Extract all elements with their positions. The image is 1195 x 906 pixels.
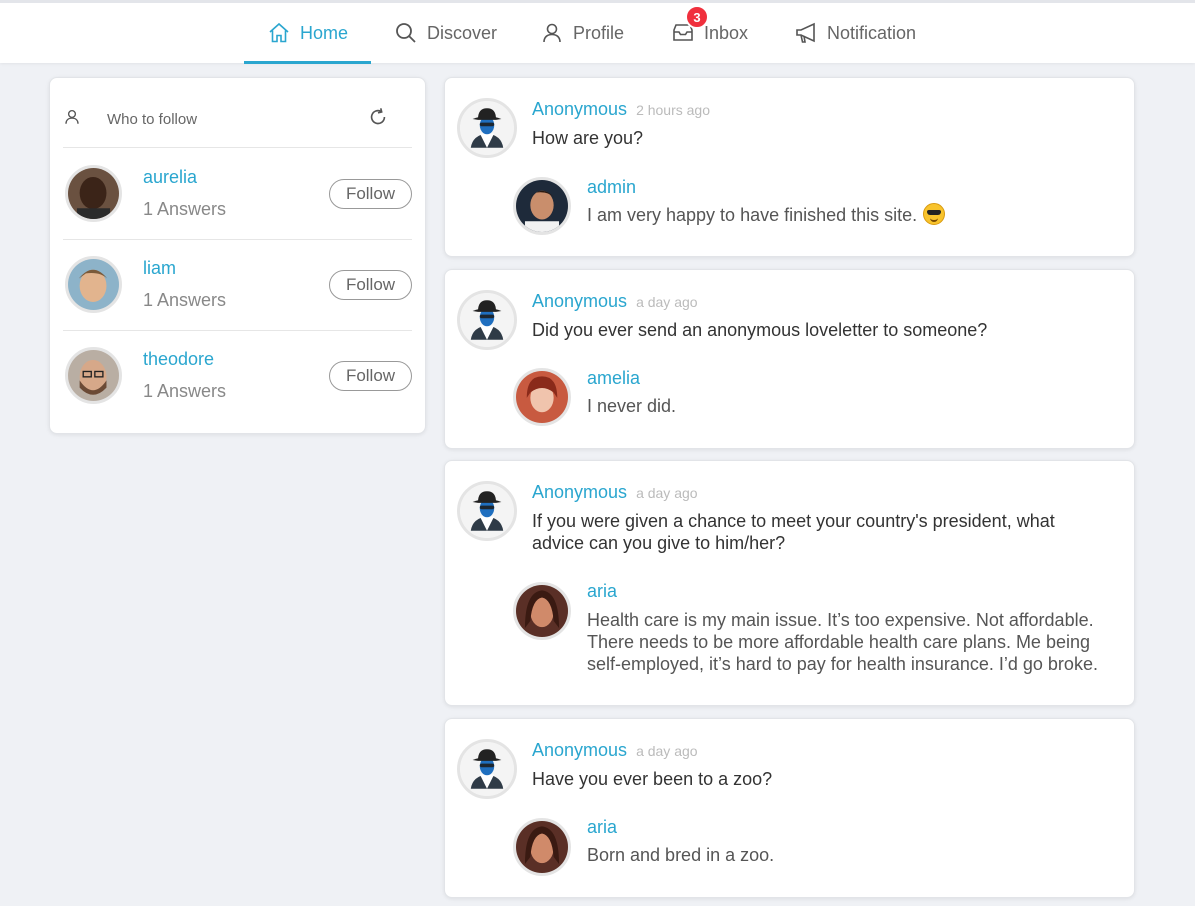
nav-discover-label: Discover xyxy=(427,22,498,43)
answerer-name[interactable]: aria xyxy=(587,581,617,602)
post-time: 2 hours ago xyxy=(636,102,711,118)
answer-avatar[interactable] xyxy=(513,177,571,235)
home-icon xyxy=(269,22,289,43)
question-text: Have you ever been to a zoo? xyxy=(532,769,773,789)
post-time: a day ago xyxy=(636,743,698,759)
nav-profile[interactable]: Profile xyxy=(540,3,624,63)
answerer-name[interactable]: amelia xyxy=(587,368,640,389)
sunglasses-emoji-icon xyxy=(923,203,946,225)
follow-user-name[interactable]: theodore xyxy=(143,349,214,370)
follow-user-name[interactable]: liam xyxy=(143,258,176,279)
who-to-follow-title: Who to follow xyxy=(107,111,198,128)
follow-button[interactable]: Follow xyxy=(329,270,412,300)
nav-notification[interactable]: Notification xyxy=(794,3,916,63)
user-photo-aria xyxy=(516,585,568,637)
follow-user-answers: 1 Answers xyxy=(143,199,227,219)
answer-text: Born and bred in a zoo. xyxy=(587,845,775,865)
anonymous-avatar xyxy=(457,290,517,350)
follow-user-answers: 1 Answers xyxy=(143,381,227,401)
anonymous-spy-icon xyxy=(460,101,514,155)
nav-discover[interactable]: Discover xyxy=(394,3,497,63)
user-photo-aria xyxy=(516,821,568,873)
asker-name[interactable]: Anonymous a day ago xyxy=(532,740,698,761)
user-photo-amelia xyxy=(516,371,568,423)
nav-home[interactable]: Home xyxy=(244,3,371,64)
nav-home-label: Home xyxy=(299,22,348,43)
answer-avatar[interactable] xyxy=(513,582,571,640)
top-navigation: Home Discover Profile 3 Inbox Notificati… xyxy=(0,0,1195,64)
answer-text: I never did. xyxy=(587,396,677,416)
post-time: a day ago xyxy=(636,485,698,501)
user-photo-admin xyxy=(516,180,568,232)
asker-name-text: Anonymous xyxy=(532,482,628,502)
who-to-follow-header: Who to follow xyxy=(63,104,412,148)
answer-avatar[interactable] xyxy=(513,368,571,426)
answer-text: I am very happy to have finished this si… xyxy=(587,203,1127,226)
user-icon xyxy=(65,109,79,124)
follow-button[interactable]: Follow xyxy=(329,179,412,209)
anonymous-spy-icon xyxy=(460,742,514,796)
asker-name-text: Anonymous xyxy=(532,99,628,119)
user-photo-aurelia xyxy=(68,168,119,219)
user-icon xyxy=(543,23,561,43)
asker-name[interactable]: Anonymous a day ago xyxy=(532,482,698,503)
follow-user-name[interactable]: aurelia xyxy=(143,167,197,188)
who-to-follow-card: Who to follow aurelia 1 Answers Follow l… xyxy=(49,77,426,434)
answer-text: Health care is my main issue. It’s too e… xyxy=(587,610,1098,674)
avatar[interactable] xyxy=(65,165,122,222)
answerer-name[interactable]: aria xyxy=(587,817,617,838)
avatar[interactable] xyxy=(65,347,122,404)
megaphone-icon xyxy=(796,22,815,43)
asker-name[interactable]: Anonymous 2 hours ago xyxy=(532,99,710,120)
anonymous-avatar xyxy=(457,98,517,158)
feed-post: Anonymous 2 hours ago How are you? admin … xyxy=(444,77,1135,257)
search-icon xyxy=(396,23,416,43)
follow-user-answers: 1 Answers xyxy=(143,290,227,310)
answerer-name[interactable]: admin xyxy=(587,177,636,198)
nav-inbox-label: Inbox xyxy=(704,22,749,43)
feed-post: Anonymous a day ago Did you ever send an … xyxy=(444,269,1135,449)
avatar[interactable] xyxy=(65,256,122,313)
follow-row: theodore 1 Answers Follow xyxy=(63,331,412,422)
anonymous-spy-icon xyxy=(460,293,514,347)
follow-button[interactable]: Follow xyxy=(329,361,412,391)
feed-post: Anonymous a day ago If you were given a c… xyxy=(444,460,1135,706)
refresh-icon[interactable] xyxy=(367,106,389,128)
feed-post: Anonymous a day ago Have you ever been to… xyxy=(444,718,1135,898)
answer-text-content: I am very happy to have finished this si… xyxy=(587,205,918,225)
question-text: How are you? xyxy=(532,128,644,148)
inbox-badge: 3 xyxy=(685,5,709,29)
follow-row: liam 1 Answers Follow xyxy=(63,240,412,331)
asker-name[interactable]: Anonymous a day ago xyxy=(532,291,698,312)
anonymous-spy-icon xyxy=(460,484,514,538)
nav-profile-label: Profile xyxy=(573,22,625,43)
anonymous-avatar xyxy=(457,481,517,541)
follow-row: aurelia 1 Answers Follow xyxy=(63,149,412,240)
asker-name-text: Anonymous xyxy=(532,291,628,311)
user-photo-theodore xyxy=(68,350,119,401)
question-text: Did you ever send an anonymous lovelette… xyxy=(532,320,988,340)
nav-inbox[interactable]: 3 Inbox xyxy=(671,3,748,63)
question-text: If you were given a chance to meet your … xyxy=(532,511,1055,553)
user-photo-liam xyxy=(68,259,119,310)
nav-notification-label: Notification xyxy=(827,22,917,43)
post-time: a day ago xyxy=(636,294,698,310)
asker-name-text: Anonymous xyxy=(532,740,628,760)
answer-avatar[interactable] xyxy=(513,818,571,876)
anonymous-avatar xyxy=(457,739,517,799)
